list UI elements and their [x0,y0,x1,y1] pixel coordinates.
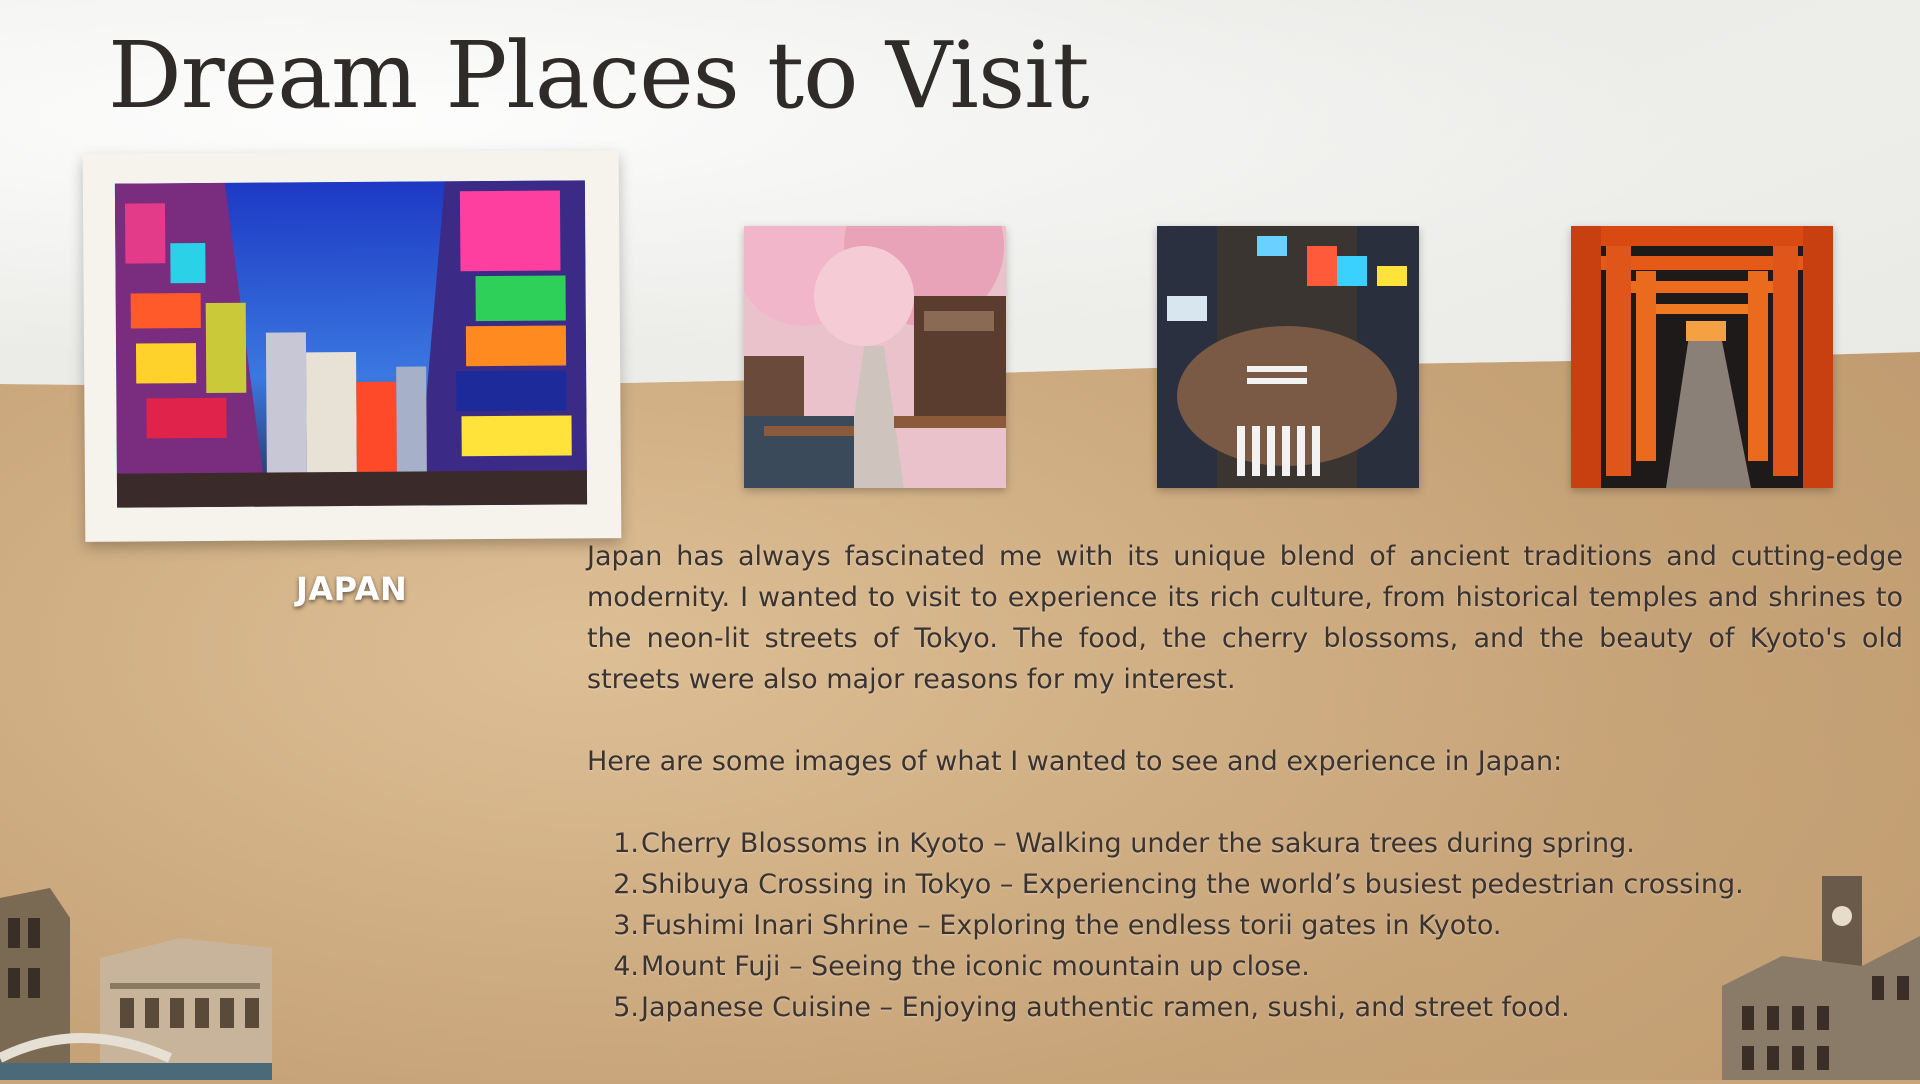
intro-paragraph: Japan has always fascinated me with its … [587,541,1903,695]
list-item-text: Mount Fuji – Seeing the iconic mountain … [641,951,1310,982]
experiences-list: 1. Cherry Blossoms in Kyoto – Walking un… [587,823,1903,1028]
list-item: 2. Shibuya Crossing in Tokyo – Experienc… [609,864,1903,905]
list-item-number: 1. [613,828,639,859]
list-item: 5. Japanese Cuisine – Enjoying authentic… [609,987,1903,1028]
list-item-text: Japanese Cuisine – Enjoying authentic ra… [641,992,1570,1023]
list-item-text: Fushimi Inari Shrine – Exploring the end… [641,910,1502,941]
venice-buildings-cutout-icon [0,888,272,1080]
list-item-number: 2. [613,869,639,900]
shibuya-crossing-photo-icon [1157,226,1419,488]
akihabara-photo-icon [114,180,588,508]
list-item-number: 5. [613,992,639,1023]
list-item: 3. Fushimi Inari Shrine – Exploring the … [609,905,1903,946]
description-section: Japan has always fascinated me with its … [587,536,1903,1028]
list-item: 4. Mount Fuji – Seeing the iconic mounta… [609,946,1903,987]
destination-caption: JAPAN [296,570,408,608]
page-title: Dream Places to Visit [108,22,1090,129]
list-item-text: Shibuya Crossing in Tokyo – Experiencing… [641,869,1744,900]
cherry-blossoms-photo-icon [744,226,1006,488]
torii-gates-photo-icon [1571,226,1833,488]
list-item-number: 3. [613,910,639,941]
list-item: 1. Cherry Blossoms in Kyoto – Walking un… [609,823,1903,864]
list-item-text: Cherry Blossoms in Kyoto – Walking under… [641,828,1635,859]
list-lead: Here are some images of what I wanted to… [587,746,1563,777]
list-item-number: 4. [613,951,639,982]
featured-polaroid [82,150,622,542]
